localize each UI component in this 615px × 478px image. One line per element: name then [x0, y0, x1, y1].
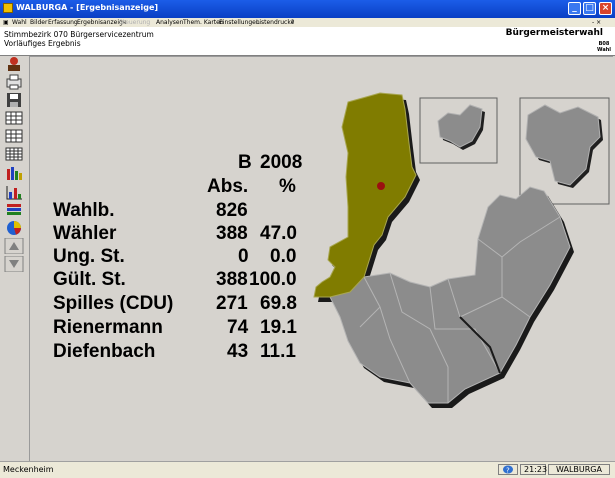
result-display: B 2008 Abs. % Wahlb. 826 Wähler 388 47.0… — [29, 56, 613, 461]
status-app: WALBURGA — [548, 464, 610, 475]
status-bar: Meckenheim ? 21:23 WALBURGA — [0, 461, 615, 478]
minimize-button[interactable]: _ — [568, 2, 581, 15]
result-header: Stimmbezirk 070 Bürgerservicezentrum Vor… — [0, 27, 615, 56]
close-button[interactable]: × — [599, 2, 612, 15]
row-pct: 19.1 — [260, 317, 297, 338]
row-pct: 100.0 — [249, 269, 297, 290]
election-title: Bürgermeisterwahl — [505, 28, 603, 38]
bar-chart-icon[interactable] — [4, 165, 24, 181]
menu-item-steuerung: Steuerung — [119, 19, 151, 26]
district-title: Stimmbezirk 070 Bürgerservicezentrum — [4, 30, 154, 39]
window-title-bar[interactable]: WALBURGA - [Ergebnisanzeige] _ □ × — [0, 0, 615, 18]
row-abs: 271 — [216, 293, 248, 314]
row-abs: 0 — [238, 246, 249, 267]
menu-item-wahl[interactable]: Wahl — [12, 19, 27, 26]
save-icon[interactable] — [4, 92, 24, 108]
bar-chart-icon[interactable] — [4, 184, 24, 200]
row-label: Spilles (CDU) — [53, 293, 174, 314]
election-badge: B08 Wahl — [597, 41, 611, 53]
row-pct: 0.0 — [270, 246, 297, 267]
row-pct: 69.8 — [260, 293, 297, 314]
row-label: Diefenbach — [53, 341, 156, 362]
menu-item-listendrucke[interactable]: Listendrucke — [256, 19, 294, 26]
row-abs: 826 — [216, 200, 248, 221]
app-icon — [3, 3, 13, 13]
election-year: 2008 — [260, 152, 303, 173]
row-label: Rienermann — [53, 317, 163, 338]
menu-item-them-karten[interactable]: Them. Karten — [183, 19, 224, 26]
menu-item-help[interactable]: ? — [291, 19, 294, 26]
grid-icon[interactable] — [4, 146, 24, 162]
arrow-up-icon[interactable] — [4, 238, 24, 254]
row-abs: 388 — [216, 223, 248, 244]
row-label: Wahlb. — [53, 200, 115, 221]
election-code: B — [238, 152, 252, 173]
row-label: Ung. St. — [53, 246, 125, 267]
inset-map-shape-2 — [525, 104, 601, 186]
svg-text:?: ? — [506, 467, 510, 475]
menu-item-bilder[interactable]: Bilder — [30, 19, 47, 26]
menu-doc-icon[interactable]: ▣ — [3, 19, 9, 26]
row-pct: 11.1 — [260, 341, 296, 362]
row-abs: 74 — [227, 317, 249, 338]
window-title: WALBURGA - [Ergebnisanzeige] — [16, 3, 159, 12]
row-abs: 388 — [216, 269, 248, 290]
result-status: Vorläufiges Ergebnis — [4, 39, 81, 48]
district-highlighted[interactable] — [313, 92, 417, 298]
status-time: 21:23 — [520, 464, 547, 475]
menu-item-erfassung[interactable]: Erfassung — [48, 19, 78, 26]
mdi-window-controls[interactable]: - × — [592, 19, 601, 26]
grid-icon[interactable] — [4, 128, 24, 144]
user-icon[interactable] — [4, 56, 24, 72]
menu-item-analysen[interactable]: Analysen — [156, 19, 183, 26]
row-label: Gült. St. — [53, 269, 126, 290]
row-label: Wähler — [53, 223, 117, 244]
col-header-abs: Abs. — [207, 176, 249, 197]
location-marker — [377, 182, 385, 190]
help-status-icon[interactable]: ? — [498, 464, 518, 475]
menu-item-einstellungen[interactable]: Einstellungen — [219, 19, 260, 26]
layers-icon[interactable] — [4, 202, 24, 218]
print-icon[interactable] — [4, 74, 24, 90]
menu-bar: ▣ Wahl Bilder Erfassung Ergebnisanzeige … — [0, 18, 615, 27]
col-header-pct: % — [279, 176, 296, 197]
pie-chart-icon[interactable] — [4, 220, 24, 236]
status-location: Meckenheim — [3, 465, 54, 474]
row-pct: 47.0 — [260, 223, 297, 244]
arrow-down-icon[interactable] — [4, 256, 24, 272]
maximize-button[interactable]: □ — [583, 2, 596, 15]
grid-icon[interactable] — [4, 110, 24, 126]
row-abs: 43 — [227, 341, 249, 362]
